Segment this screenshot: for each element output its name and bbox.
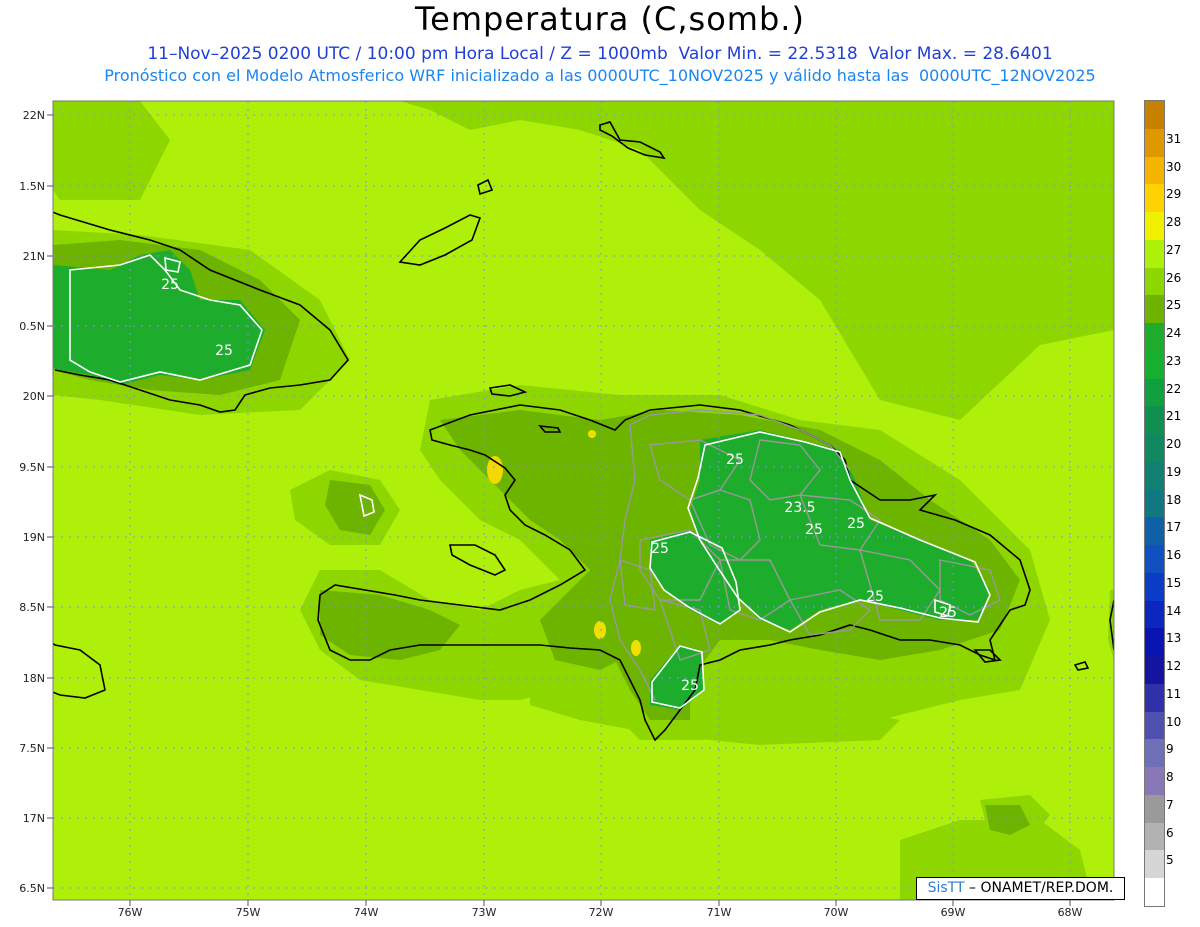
lat-tick-label: 21N	[23, 250, 45, 263]
lat-tick-label: 20N	[23, 390, 45, 403]
lat-tick-label: 9.5N	[19, 461, 45, 474]
lon-tick-label: 74W	[354, 906, 379, 919]
legend-swatch	[1145, 406, 1164, 435]
legend-label: 17	[1166, 520, 1182, 535]
legend-swatch	[1145, 156, 1164, 185]
lat-tick-label: 7.5N	[19, 742, 45, 755]
contour-label: 25	[866, 589, 884, 605]
contour-label: 25	[215, 343, 233, 359]
legend-swatch	[1145, 822, 1164, 851]
legend-label: 20	[1166, 437, 1182, 452]
lon-tick-label: 71W	[707, 906, 732, 919]
legend-label: 18	[1166, 492, 1182, 507]
legend-label: 21	[1166, 409, 1182, 424]
legend-label: 31	[1166, 131, 1182, 146]
legend-swatch	[1145, 128, 1164, 157]
legend-label: 16	[1166, 548, 1182, 563]
legend-swatch	[1145, 794, 1164, 824]
contour-label: 25	[847, 516, 865, 532]
legend-swatch	[1145, 572, 1164, 602]
legend-label: 30	[1166, 159, 1182, 174]
legend-label: 11	[1166, 686, 1182, 701]
legend-label: 10	[1166, 714, 1182, 729]
legend-label: 14	[1166, 603, 1182, 618]
legend-swatch	[1145, 711, 1164, 740]
legend-swatch	[1145, 184, 1164, 213]
legend-label: 28	[1166, 215, 1182, 230]
legend-label: 25	[1166, 298, 1182, 313]
legend-swatch	[1145, 267, 1164, 296]
legend-label: 9	[1166, 742, 1174, 757]
legend-label: 12	[1166, 659, 1182, 674]
lon-tick-label: 68W	[1058, 906, 1083, 919]
lat-tick-label: 6.5N	[19, 882, 45, 895]
legend-label: 6	[1166, 825, 1174, 840]
temperature-map: 22N 1.5N 21N 0.5N 20N 9.5N 19N 8.5N 18N 7.5N 17N 6.…	[19, 100, 1115, 919]
lon-tick-label: 73W	[472, 906, 497, 919]
legend-label: 22	[1166, 381, 1182, 396]
attribution-text: – ONAMET/REP.DOM.	[964, 880, 1114, 896]
legend-swatch	[1145, 739, 1164, 768]
legend-label: 23	[1166, 353, 1182, 368]
longitude-axis: 76W 75W 74W 73W 72W 71W 70W 69W 68W	[118, 900, 1083, 919]
lat-tick-label: 1.5N	[19, 180, 45, 193]
legend-label: 15	[1166, 575, 1182, 590]
lat-tick-label: 17N	[23, 812, 45, 825]
lat-tick-label: 22N	[23, 109, 45, 122]
lon-tick-label: 72W	[589, 906, 614, 919]
legend-swatch	[1145, 434, 1164, 463]
legend-label: 13	[1166, 631, 1182, 646]
lat-tick-label: 18N	[23, 672, 45, 685]
legend-label: 24	[1166, 326, 1182, 341]
attribution-box: SisTT – ONAMET/REP.DOM.	[916, 877, 1125, 900]
contour-label: 25	[161, 277, 179, 293]
legend-label: 27	[1166, 242, 1182, 257]
legend-label: 19	[1166, 464, 1182, 479]
legend-label: 29	[1166, 187, 1182, 202]
legend-label: 8	[1166, 770, 1174, 785]
legend-swatch	[1145, 101, 1164, 130]
contour-label: 25	[681, 678, 699, 694]
legend-label: 5	[1166, 853, 1174, 868]
contour-label: 25	[726, 452, 744, 468]
lon-tick-label: 69W	[941, 906, 966, 919]
sistt-logo: SisTT	[927, 880, 965, 896]
lon-tick-label: 70W	[824, 906, 849, 919]
legend-swatch	[1145, 350, 1164, 380]
lat-tick-label: 0.5N	[19, 320, 45, 333]
contour-label: 23.5	[784, 500, 815, 516]
legend-swatch	[1145, 461, 1164, 491]
legend-swatch	[1145, 323, 1164, 352]
contour-label: 25	[651, 541, 669, 557]
latitude-axis: 22N 1.5N 21N 0.5N 20N 9.5N 19N 8.5N 18N 7.5N 17N 6.…	[19, 109, 53, 895]
legend-swatch	[1145, 489, 1164, 518]
color-legend	[1144, 100, 1165, 907]
contour-label: 25	[939, 605, 957, 621]
legend-swatch	[1145, 656, 1164, 685]
lon-tick-label: 75W	[236, 906, 261, 919]
lat-tick-label: 8.5N	[19, 601, 45, 614]
lat-tick-label: 19N	[23, 531, 45, 544]
legend-swatch	[1145, 767, 1164, 796]
legend-swatch	[1145, 850, 1164, 879]
legend-label: 26	[1166, 270, 1182, 285]
legend-swatch	[1145, 600, 1164, 629]
legend-swatch	[1145, 628, 1164, 657]
legend-swatch	[1145, 878, 1164, 907]
contour-label: 25	[805, 522, 823, 538]
legend-swatch	[1145, 545, 1164, 574]
legend-swatch	[1145, 683, 1164, 713]
legend-swatch	[1145, 239, 1164, 269]
legend-swatch	[1145, 378, 1164, 407]
lon-tick-label: 76W	[118, 906, 143, 919]
legend-swatch	[1145, 212, 1164, 241]
legend-swatch	[1145, 517, 1164, 546]
legend-label: 7	[1166, 797, 1174, 812]
legend-swatch	[1145, 295, 1164, 324]
